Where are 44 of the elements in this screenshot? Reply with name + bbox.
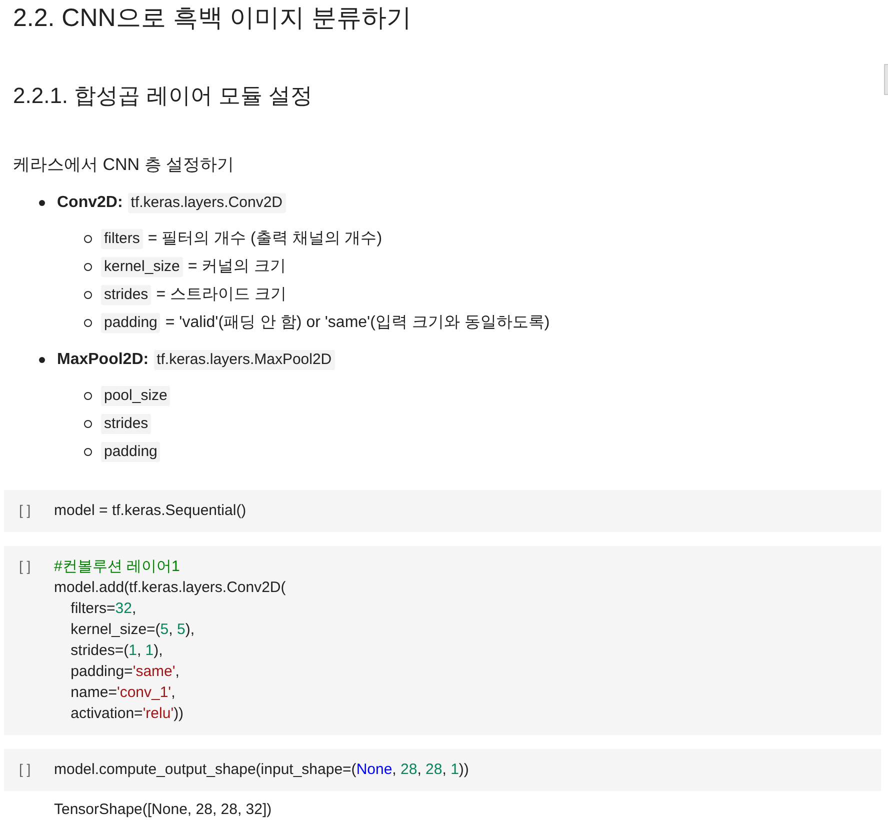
bullet-icon xyxy=(84,235,92,243)
bullet-icon xyxy=(84,319,92,327)
inline-code: padding xyxy=(101,313,160,333)
code-line: activation='relu')) xyxy=(70,704,184,724)
inline-code: strides xyxy=(101,414,152,434)
inline-code: kernel_size xyxy=(101,257,183,277)
bullet-icon xyxy=(84,448,92,456)
inline-code: tf.keras.layers.MaxPool2D xyxy=(154,350,335,370)
execution-count: [ ] xyxy=(19,557,31,576)
bullet-icon xyxy=(84,263,92,271)
list-label: Conv2D: xyxy=(57,193,123,213)
paragraph: 케라스에서 CNN 층 설정하기 xyxy=(13,154,234,176)
bullet-icon xyxy=(39,357,45,363)
bullet-icon xyxy=(84,392,92,400)
execution-count: [ ] xyxy=(19,501,31,520)
code-line: model.compute_output_shape(input_shape=(None, 28, 28, 1)) xyxy=(54,760,469,780)
code-line: kernel_size=(5, 5), xyxy=(70,620,194,640)
code-cell[interactable]: [ ] #컨볼루션 레이어1 model.add(tf.keras.layers.Conv2D( filters=32, kernel_size=(5, 5), strides=(1, 1), padding='same', name='conv_1', activation='relu')) xyxy=(4,546,881,735)
code-cell[interactable]: [ ] model.compute_output_shape(input_shape=(None, 28, 28, 1)) xyxy=(4,749,881,791)
code-line: filters=32, xyxy=(70,599,136,619)
inline-code: strides xyxy=(101,285,152,305)
code-line: model = tf.keras.Sequential() xyxy=(54,501,246,521)
inline-code: padding xyxy=(101,442,160,462)
code-line: #컨볼루션 레이어1 xyxy=(54,557,180,577)
list-text: = 스트라이드 크기 xyxy=(156,285,286,305)
code-cell[interactable]: [ ] model = tf.keras.Sequential() xyxy=(4,490,881,532)
code-line: model.add(tf.keras.layers.Conv2D( xyxy=(54,578,286,598)
bullet-icon xyxy=(84,420,92,428)
cell-output: TensorShape([None, 28, 28, 32]) xyxy=(54,800,272,820)
inline-code: filters xyxy=(101,229,143,249)
list-text: = 'valid'(패딩 안 함) or 'same'(입력 크기와 동일하도록) xyxy=(165,313,550,333)
list-label: MaxPool2D: xyxy=(57,350,149,370)
code-line: padding='same', xyxy=(70,662,180,682)
inline-code: pool_size xyxy=(101,386,170,406)
section-heading: 2.2. CNN으로 흑백 이미지 분류하기 xyxy=(13,3,412,34)
execution-count: [ ] xyxy=(19,760,31,779)
list-text: = 커널의 크기 xyxy=(188,257,286,277)
subsection-heading: 2.2.1. 합성곱 레이어 모듈 설정 xyxy=(13,82,312,110)
inline-code: tf.keras.layers.Conv2D xyxy=(128,193,286,213)
bullet-icon xyxy=(39,200,45,206)
code-line: strides=(1, 1), xyxy=(70,641,163,661)
code-line: name='conv_1', xyxy=(70,683,176,703)
list-text: = 필터의 개수 (출력 채널의 개수) xyxy=(148,229,382,249)
bullet-icon xyxy=(84,291,92,299)
